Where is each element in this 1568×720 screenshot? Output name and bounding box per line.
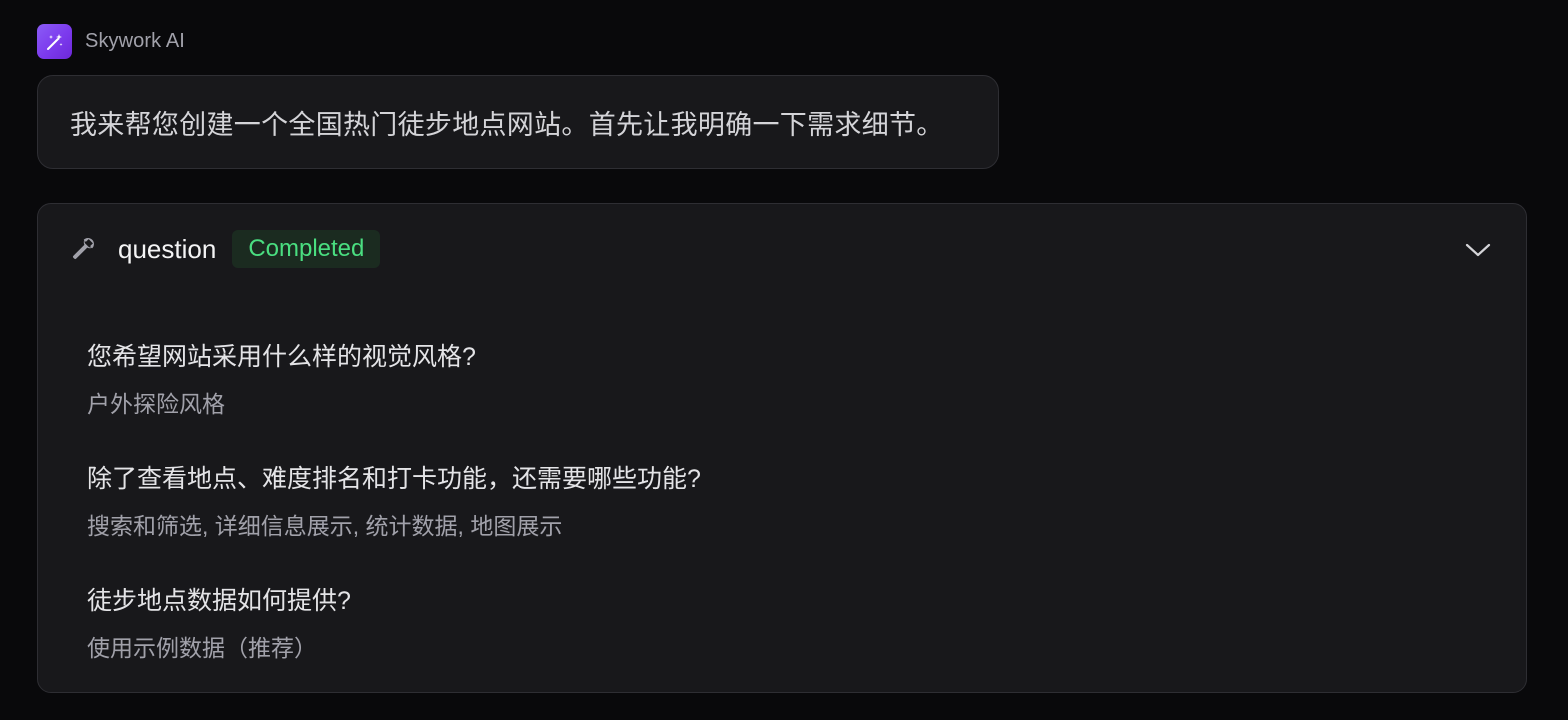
- question-text: 除了查看地点、难度排名和打卡功能，还需要哪些功能?: [87, 465, 701, 493]
- tool-call-header[interactable]: question Completed: [68, 230, 381, 268]
- agent-header: Skywork AI: [37, 24, 185, 59]
- qa-item: 除了查看地点、难度排名和打卡功能，还需要哪些功能? 搜索和筛选, 详细信息展示,…: [87, 459, 701, 541]
- answer-text: 户外探险风格: [87, 391, 225, 417]
- status-badge: Completed: [232, 230, 381, 268]
- magic-wand-icon: [37, 24, 72, 59]
- answer-text: 搜索和筛选, 详细信息展示, 统计数据, 地图展示: [87, 513, 563, 539]
- chat-view: Skywork AI 我来帮您创建一个全国热门徒步地点网站。首先让我明确一下需求…: [0, 0, 1568, 720]
- answer-text: 使用示例数据（推荐）: [87, 635, 317, 661]
- assistant-message: 我来帮您创建一个全国热门徒步地点网站。首先让我明确一下需求细节。: [37, 75, 999, 169]
- qa-item: 徒步地点数据如何提供? 使用示例数据（推荐）: [87, 581, 351, 663]
- tool-name: question: [118, 233, 217, 264]
- question-text: 徒步地点数据如何提供?: [87, 587, 351, 615]
- agent-name: Skywork AI: [85, 30, 185, 52]
- qa-item: 您希望网站采用什么样的视觉风格? 户外探险风格: [87, 337, 476, 419]
- question-text: 您希望网站采用什么样的视觉风格?: [87, 343, 476, 371]
- chevron-down-icon[interactable]: [1464, 236, 1492, 264]
- tool-call-card: question Completed 您希望网站采用什么样的视觉风格? 户外探险…: [37, 203, 1527, 693]
- wrench-icon: [68, 234, 98, 264]
- message-text: 我来帮您创建一个全国热门徒步地点网站。首先让我明确一下需求细节。: [70, 109, 944, 140]
